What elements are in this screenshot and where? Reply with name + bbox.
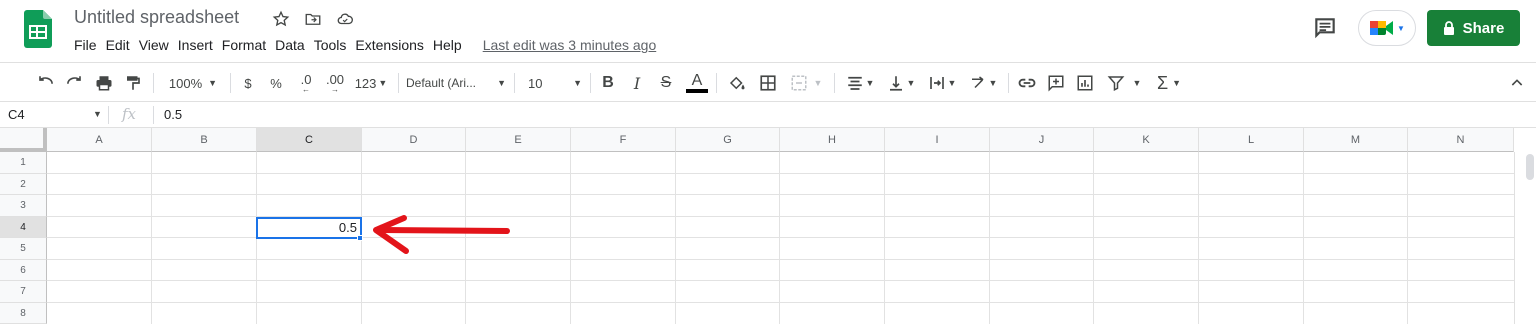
star-icon[interactable] [270,8,292,30]
print-icon[interactable] [92,71,116,95]
column-header[interactable]: G [676,128,780,152]
chevron-down-icon: ▼ [573,78,582,88]
more-formats-select[interactable]: 123 ▼ [352,71,390,95]
row-header[interactable]: 8 [0,303,47,324]
row-header[interactable]: 7 [0,281,47,303]
collapse-menus-icon[interactable] [1506,71,1528,95]
toolbar: 100% ▼ $ % .0 ← .00 → 123 ▼ Default (Ari… [0,62,1536,102]
row-header[interactable]: 4 [0,217,47,238]
lock-icon [1443,21,1454,35]
cloud-saved-icon[interactable] [334,8,356,30]
insert-chart-icon[interactable] [1073,71,1097,95]
row-header[interactable]: 1 [0,152,47,174]
column-header[interactable]: E [466,128,571,152]
menu-format[interactable]: Format [222,37,271,53]
percent-format-button[interactable]: % [266,71,286,95]
italic-icon[interactable]: I [626,71,648,95]
insert-link-icon[interactable] [1015,71,1039,95]
column-header[interactable]: N [1408,128,1514,152]
column-header[interactable]: I [885,128,990,152]
fill-color-icon[interactable] [725,71,749,95]
zoom-select[interactable]: 100% ▼ [160,71,226,95]
arrow-right-icon: → [331,84,339,94]
column-header[interactable]: B [152,128,257,152]
sheets-logo-icon[interactable] [24,10,52,48]
decrease-decimal-button[interactable]: .0 ← [295,71,317,95]
borders-icon[interactable] [756,71,780,95]
column-header[interactable]: M [1304,128,1408,152]
column-header[interactable]: C [257,128,362,152]
chevron-down-icon: ▼ [1397,23,1405,33]
menu-view[interactable]: View [139,37,174,53]
more-formats-label: 123 [354,75,377,91]
document-title[interactable]: Untitled spreadsheet [74,7,239,28]
name-box[interactable]: C4 [8,107,25,122]
spreadsheet-grid[interactable]: A B C D E F G H I J K L M N 1 2 3 4 5 6 … [0,128,1536,324]
chevron-down-icon: ▼ [378,78,388,88]
formula-bar: C4 ▼ fx 0.5 [0,102,1536,128]
column-header[interactable]: H [780,128,885,152]
column-header[interactable]: D [362,128,466,152]
column-header[interactable]: A [47,128,152,152]
bold-icon[interactable]: B [597,71,619,95]
redo-icon[interactable] [62,71,86,95]
undo-icon[interactable] [34,71,58,95]
column-header[interactable]: K [1094,128,1199,152]
font-family-select[interactable]: Default (Ari... ▼ [406,71,506,95]
chevron-down-icon: ▼ [208,78,218,88]
vertical-align-icon[interactable]: ▼ [883,71,919,95]
currency-format-button[interactable]: $ [238,71,258,95]
menu-insert[interactable]: Insert [178,37,218,53]
scrollbar-thumb[interactable] [1526,154,1534,180]
fx-icon: fx [122,105,137,123]
insert-comment-icon[interactable] [1044,71,1068,95]
menu-data[interactable]: Data [275,37,310,53]
select-all-corner[interactable] [0,128,47,152]
meet-icon [1370,21,1394,35]
text-rotation-icon[interactable]: ▼ [965,71,1001,95]
font-family-value: Default (Ari... [406,76,477,90]
row-header[interactable]: 6 [0,260,47,281]
last-edit-link[interactable]: Last edit was 3 minutes ago [483,37,662,53]
app-header: Untitled spreadsheet File Edit View Inse… [0,0,1536,62]
text-wrapping-icon[interactable]: ▼ [924,71,960,95]
move-to-folder-icon[interactable] [302,8,324,30]
comment-history-icon[interactable] [1312,15,1338,41]
arrow-left-icon: ← [302,84,310,94]
red-arrow-annotation [373,215,510,254]
merge-cells-icon[interactable]: ▼ [787,71,825,95]
menu-edit[interactable]: Edit [106,37,135,53]
row-header[interactable]: 5 [0,238,47,260]
font-size-select[interactable]: 10 ▼ [522,71,582,95]
paint-format-icon[interactable] [121,71,145,95]
filter-icon[interactable]: ▼ [1104,71,1144,95]
active-cell-c4[interactable]: 0.5 [256,217,362,239]
row-header[interactable]: 3 [0,195,47,217]
chevron-down-icon[interactable]: ▼ [93,109,102,119]
increase-decimal-button[interactable]: .00 → [323,71,347,95]
menu-tools[interactable]: Tools [314,37,352,53]
column-header[interactable]: F [571,128,676,152]
chevron-down-icon: ▼ [497,78,506,88]
share-label: Share [1462,19,1505,37]
functions-icon[interactable]: Σ ▼ [1152,71,1186,95]
text-color-icon[interactable]: A [685,71,709,95]
column-header[interactable]: J [990,128,1094,152]
fill-handle[interactable] [357,235,363,241]
share-button[interactable]: Share [1427,10,1520,46]
increase-decimal-label: .00 [325,71,345,87]
menu-extensions[interactable]: Extensions [355,37,428,53]
menu-help[interactable]: Help [433,37,467,53]
formula-input[interactable]: 0.5 [164,107,182,122]
row-header[interactable]: 2 [0,174,47,195]
column-header[interactable]: L [1199,128,1304,152]
horizontal-align-icon[interactable]: ▼ [842,71,878,95]
strikethrough-icon[interactable]: S [655,71,677,95]
menu-file[interactable]: File [74,37,102,53]
font-size-value: 10 [528,75,543,91]
menu-bar: File Edit View Insert Format Data Tools … [74,37,665,53]
zoom-value: 100% [168,75,203,91]
meet-button[interactable]: ▼ [1358,10,1416,46]
decrease-decimal-label: .0 [300,71,312,87]
